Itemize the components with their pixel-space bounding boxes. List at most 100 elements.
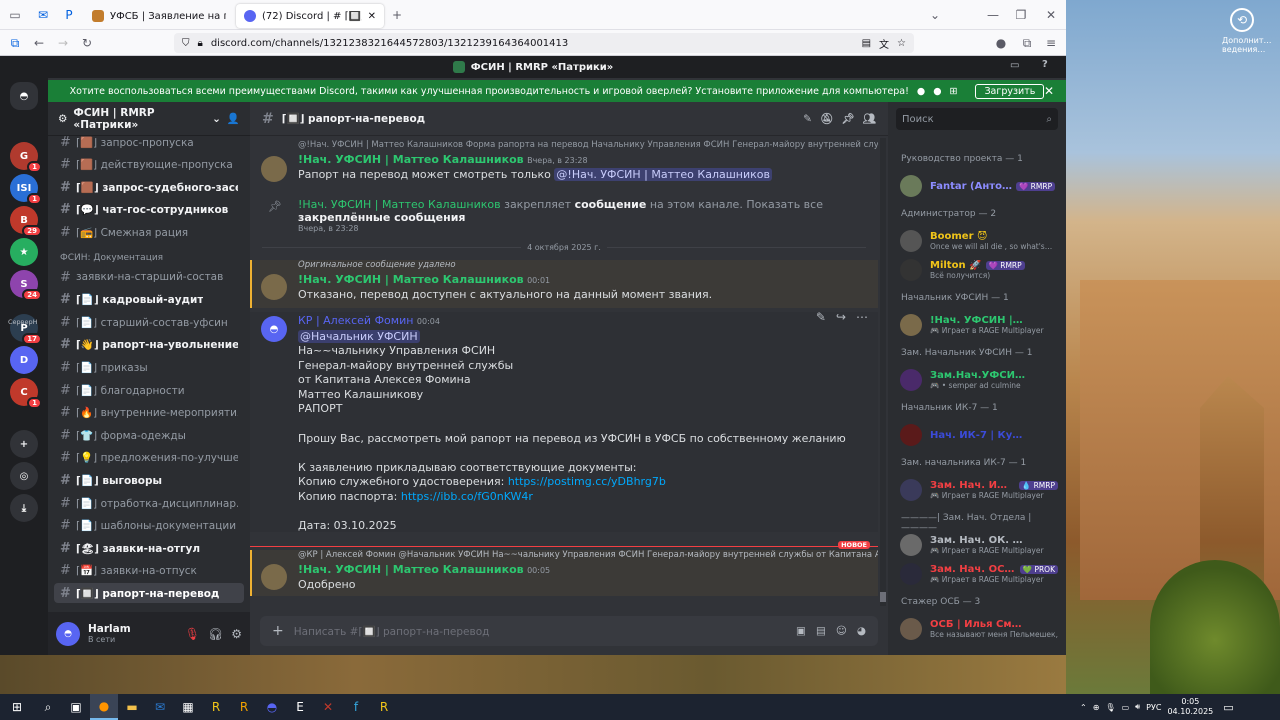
server-icon-4[interactable]: S 24	[10, 270, 42, 301]
close-banner-icon[interactable]: ✕	[1044, 84, 1054, 98]
user-avatar[interactable]: ◓	[56, 621, 80, 646]
translate-icon[interactable]: 文	[879, 36, 889, 51]
channel-item[interactable]: # заявки-на-старший-состав	[54, 267, 244, 287]
extensions-icon[interactable]: ⧉	[1018, 34, 1036, 52]
composer-placeholder[interactable]: Написать #⌈🔲⌋ рапорт-на-перевод	[294, 625, 786, 638]
edit-icon[interactable]: ✎	[816, 310, 826, 324]
pinned-messages-link[interactable]: закреплённые сообщения	[298, 211, 465, 224]
author-name[interactable]: !Нач. УФСИН | Маттео Калашников	[298, 563, 524, 576]
back-icon[interactable]: ←	[30, 34, 48, 52]
channel-item[interactable]: # ⌈📄⌋ отработка-дисциплинар…	[54, 493, 244, 513]
author-name[interactable]: КР | Алексей Фомин	[298, 314, 413, 327]
server-icon-1[interactable]: ISI 1	[10, 174, 42, 205]
volume-icon[interactable]: 🔊︎	[1135, 702, 1140, 712]
mic-icon[interactable]: 🎙︎	[1105, 703, 1115, 712]
tab-discord[interactable]: (72) Discord | # ⌈🔲⌋ рапорт- ✕	[236, 4, 384, 28]
channel-item[interactable]: # ⌈🟫⌋ запрос-судебного-засе…	[54, 177, 244, 197]
channel-item[interactable]: # ⌈👕⌋ форма-одежды	[54, 425, 244, 445]
channel-item[interactable]: # ⌈📄⌋ благодарности	[54, 380, 244, 400]
task-view-icon[interactable]: ▣	[62, 694, 90, 720]
reply-preview[interactable]: @!Нач. УФСИН | Маттео Калашников Форма р…	[250, 140, 878, 150]
file-explorer-icon[interactable]: ▬	[118, 694, 146, 720]
reader-icon[interactable]: ▤	[862, 38, 871, 49]
minimize-icon[interactable]: —	[984, 6, 1002, 24]
category-header[interactable]: ФСИН: Документация	[60, 253, 163, 263]
add-member-icon[interactable]: 👤	[227, 112, 240, 125]
pin-link[interactable]: сообщение	[575, 198, 647, 211]
member-item[interactable]: ОСБ | Илья СмирновВсе называют меня Пель…	[896, 615, 1062, 643]
mention[interactable]: @!Нач. УФСИН | Маттео Калашников	[554, 168, 772, 181]
channel-item[interactable]: # ⌈📄⌋ кадровый-аудит	[54, 290, 244, 310]
doc-link[interactable]: https://ibb.co/fG0nKW4r	[401, 490, 533, 503]
reply-arrow-icon[interactable]: ↪	[836, 310, 846, 324]
emoji-icon[interactable]: ◕	[857, 625, 866, 637]
new-tab-button[interactable]: +	[388, 6, 406, 24]
channel-item[interactable]: # ⌈📄⌋ старший-состав-уфсин	[54, 312, 244, 332]
member-item[interactable]: !Нач. УФСИН | Матте…🎮 Играет в RAGE Mult…	[896, 311, 1062, 339]
sticker-icon[interactable]: ☺	[836, 625, 847, 637]
server-icon-2[interactable]: B 29	[10, 206, 42, 237]
channel-item[interactable]: # ⌈🔲⌋ рапорт-на-перевод	[54, 583, 244, 604]
forward-icon[interactable]: →	[54, 34, 72, 52]
epic-icon[interactable]: E	[286, 694, 314, 720]
channel-item[interactable]: # ⌈💡⌋ предложения-по-улучше…	[54, 448, 244, 468]
author-avatar[interactable]	[261, 564, 287, 590]
rage-mp-icon[interactable]: R	[202, 694, 230, 720]
server-header[interactable]: ⚙ ФСИН | RMRP «Патрики» ⌄ 👤	[48, 102, 250, 136]
rage-icon-2[interactable]: R	[370, 694, 398, 720]
clock[interactable]: 0:05 04.10.2025	[1167, 697, 1213, 717]
gif-icon[interactable]: ▤	[816, 625, 826, 637]
rockstar-icon[interactable]: R	[230, 694, 258, 720]
store-icon[interactable]: ▦	[174, 694, 202, 720]
channel-item[interactable]: # ⌈📄⌋ шаблоны-документации	[54, 516, 244, 536]
inbox-icon[interactable]: ▭	[1010, 60, 1019, 71]
notifications-icon[interactable]: ▭	[1223, 701, 1233, 714]
server-icon-3[interactable]: ★	[10, 238, 38, 266]
author-name[interactable]: !Нач. УФСИН | Маттео Калашников	[298, 198, 501, 211]
threads-icon[interactable]: ✎	[803, 113, 812, 125]
add-server-icon[interactable]: +	[10, 430, 38, 458]
member-item[interactable]: Milton 🚀 💜 RMRP Всё получится)	[896, 256, 1062, 284]
discord-avatar-icon[interactable]: ◓	[261, 316, 287, 342]
menu-icon[interactable]: ≡	[1042, 34, 1060, 52]
help-icon[interactable]: ?	[1042, 59, 1048, 70]
home-discord-icon[interactable]: ◓	[10, 82, 38, 110]
member-item[interactable]: Зам. Нач. ИК-7 |…💧 RMRP🎮 Играет в RAGE M…	[896, 476, 1062, 504]
channel-item[interactable]: # ⌈📄⌋ приказы	[54, 357, 244, 377]
attach-plus-icon[interactable]: +	[272, 623, 284, 639]
settings-gear-icon[interactable]: ⚙	[231, 627, 242, 641]
mention[interactable]: @Начальник УФСИН	[298, 330, 420, 343]
bookmark-star-icon[interactable]: ☆	[897, 38, 906, 49]
firefox-view-icon[interactable]: ▭	[6, 6, 24, 24]
pinned-icon[interactable]: 📌︎	[841, 112, 854, 125]
url-field[interactable]: ⛉ 🔒︎ discord.com/channels/13212383216445…	[174, 33, 914, 53]
download-button[interactable]: Загрузить	[975, 83, 1045, 99]
reply-preview[interactable]: @КР | Алексей Фомин @Начальник УФСИН На~…	[252, 550, 878, 560]
member-item[interactable]: Зам. Нач. ОК. | Антон Ти…🎮 Играет в RAGE…	[896, 531, 1062, 559]
message-composer[interactable]: + Написать #⌈🔲⌋ рапорт-на-перевод ▣ ▤ ☺ …	[260, 616, 878, 646]
scroll-thumb[interactable]	[880, 592, 886, 602]
member-list-icon[interactable]: 👥︎	[863, 112, 876, 125]
notes-icon[interactable]: f	[342, 694, 370, 720]
close-tab-icon[interactable]: ✕	[368, 11, 376, 22]
message-scrollbar[interactable]	[880, 138, 886, 606]
channel-item[interactable]: # ⌈📻⌋ Смежная рация	[54, 222, 244, 242]
search-icon[interactable]: ⌕	[34, 694, 62, 720]
member-item[interactable]: Boomer 😈 Once we will all die , so what's…	[896, 227, 1062, 255]
channel-item[interactable]: # ⌈💬⌋ чат-гос-сотрудников	[54, 200, 244, 220]
server-icon-7[interactable]: C1	[10, 378, 42, 409]
channel-item[interactable]: # ⌈🟫⌋ действующие-пропуска	[54, 155, 244, 175]
server-icon-6[interactable]: D	[10, 346, 38, 374]
more-icon[interactable]: ⋯	[856, 310, 868, 324]
tray-chevron-icon[interactable]: ⌃	[1080, 703, 1087, 712]
sidebar-icon[interactable]: ⧉	[6, 34, 24, 52]
member-item[interactable]: Зам.Нач.УФСИН | Артём…🎮 • semper ad culm…	[896, 366, 1062, 394]
reload-icon[interactable]: ↻	[78, 34, 96, 52]
channel-item[interactable]: # ⌈📅⌋ заявки-на-отпуск	[54, 561, 244, 581]
author-avatar[interactable]	[261, 274, 287, 300]
search-input[interactable]: Поиск ⌕	[896, 108, 1058, 130]
channel-item[interactable]: # ⌈🟫⌋ запрос-пропуска	[54, 132, 244, 152]
mute-mic-icon[interactable]: 🎙︎	[185, 627, 200, 641]
start-icon[interactable]: ⊞	[0, 694, 34, 720]
gift-icon[interactable]: ▣	[796, 625, 806, 637]
